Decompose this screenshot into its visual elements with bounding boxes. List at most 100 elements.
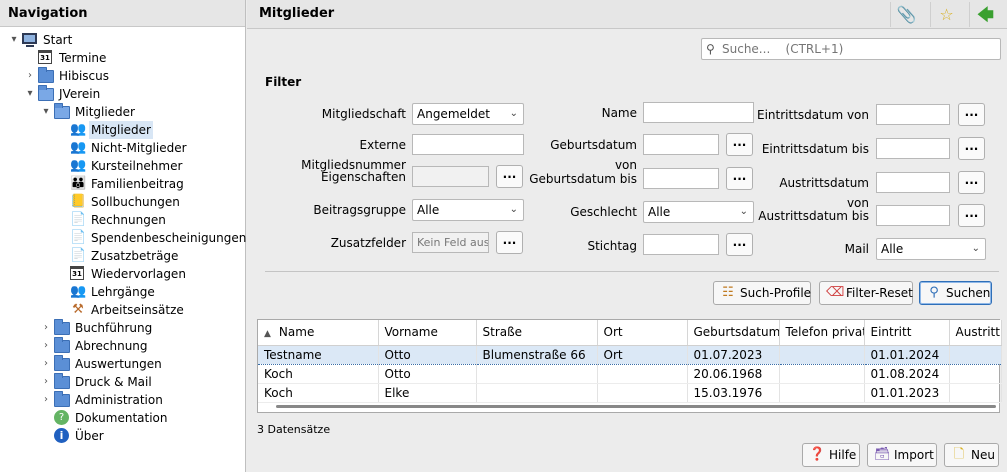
nav-item-label: Über <box>75 429 104 443</box>
table-cell <box>476 383 598 403</box>
geburtsdatum-bis-input[interactable] <box>643 168 719 189</box>
import-button[interactable]: 🗃 Import <box>867 443 937 467</box>
expand-arrow-icon[interactable]: ▾ <box>8 31 20 49</box>
nav-item-label: Zusatzbeträge <box>91 249 179 263</box>
eintrittsdatum-bis-input[interactable] <box>876 138 950 159</box>
nav-item[interactable]: ? Dokumentation <box>0 409 245 427</box>
collapse-arrow-icon[interactable]: › <box>40 319 52 337</box>
column-header-strasse[interactable]: Straße <box>476 320 598 346</box>
nav-item-label: Dokumentation <box>75 411 168 425</box>
members-table[interactable]: ▲ Name Vorname Straße Ort Geburtsdatum Te… <box>257 319 1002 413</box>
nav-item[interactable]: ▾ Mitglieder <box>0 103 245 121</box>
calendar-icon: 31 <box>70 266 86 282</box>
column-header-vorname[interactable]: Vorname <box>378 320 477 346</box>
column-header-name[interactable]: ▲ Name <box>258 320 379 346</box>
stichtag-picker-button[interactable]: ... <box>726 233 753 256</box>
members-icon: 👥 <box>70 140 87 155</box>
geburtsdatum-von-input[interactable] <box>643 134 719 155</box>
nav-item[interactable]: 👪 Familienbeitrag <box>0 175 245 193</box>
suchen-button[interactable]: ⚲ Suchen <box>919 281 992 305</box>
table-row[interactable]: Koch Otto 20.06.1968 01.08.2024 <box>258 364 1002 384</box>
name-input[interactable] <box>643 102 754 123</box>
back-arrow-icon[interactable]: 🡄 <box>969 2 1001 27</box>
nav-item[interactable]: 📄 Rechnungen <box>0 211 245 229</box>
members-table-grid: ▲ Name Vorname Straße Ort Geburtsdatum Te… <box>258 320 1002 403</box>
collapse-arrow-icon[interactable]: › <box>40 337 52 355</box>
mail-select[interactable]: Alle ⌄ <box>876 238 986 260</box>
table-cell <box>949 383 1002 403</box>
nav-item[interactable]: 👥 Kursteilnehmer <box>0 157 245 175</box>
eintrittsdatum-von-picker-button[interactable]: ... <box>958 103 985 126</box>
nav-item[interactable]: 📒 Sollbuchungen <box>0 193 245 211</box>
collapse-arrow-icon[interactable]: › <box>40 355 52 373</box>
nav-item[interactable]: 👥 Lehrgänge <box>0 283 245 301</box>
nav-item[interactable]: › Buchführung <box>0 319 245 337</box>
geburtsdatum-bis-picker-button[interactable]: ... <box>726 167 753 190</box>
nav-item[interactable]: ▾ JVerein <box>0 85 245 103</box>
eigenschaften-input <box>412 166 489 187</box>
eintrittsdatum-bis-picker-button[interactable]: ... <box>958 137 985 160</box>
column-header-geburtsdatum[interactable]: Geburtsdatum <box>687 320 780 346</box>
austrittsdatum-bis-picker-button[interactable]: ... <box>958 204 985 227</box>
expand-arrow-icon[interactable]: ▾ <box>24 85 36 103</box>
table-cell: Blumenstraße 66 <box>476 344 598 365</box>
zusatzfelder-picker-button[interactable]: ... <box>496 231 523 254</box>
horizontal-scrollbar[interactable] <box>276 405 996 408</box>
nav-item[interactable]: › Druck & Mail <box>0 373 245 391</box>
eigenschaften-picker-button[interactable]: ... <box>496 165 523 188</box>
nav-item[interactable]: 31 Wiedervorlagen <box>0 265 245 283</box>
stichtag-input[interactable] <box>643 234 719 255</box>
nav-item[interactable]: ▾ Start <box>0 31 245 49</box>
geschlecht-select[interactable]: Alle ⌄ <box>643 201 754 223</box>
collapse-arrow-icon[interactable]: › <box>24 67 36 85</box>
nav-item[interactable]: › Hibiscus <box>0 67 245 85</box>
eintrittsdatum-von-input[interactable] <box>876 104 950 125</box>
sort-ascending-icon: ▲ <box>264 329 271 340</box>
attachment-icon[interactable]: 📎 <box>890 2 922 27</box>
work-icon: ⚒ <box>72 302 84 317</box>
bookmark-star-icon[interactable]: ☆ <box>930 2 962 27</box>
nav-item[interactable]: › Abrechnung <box>0 337 245 355</box>
neu-button[interactable]: 🗋 Neu <box>944 443 999 467</box>
table-cell: Testname <box>258 344 379 365</box>
nav-item[interactable]: 👥 Mitglieder <box>0 121 245 139</box>
hilfe-button[interactable]: ❓ Hilfe <box>802 443 860 467</box>
search-input[interactable] <box>720 41 990 57</box>
geburtsdatum-von-picker-button[interactable]: ... <box>726 133 753 156</box>
nav-item[interactable]: 👥 Nicht-Mitglieder <box>0 139 245 157</box>
table-row[interactable]: Testname Otto Blumenstraße 66 Ort 01.07.… <box>258 344 1002 365</box>
nav-item[interactable]: › Administration <box>0 391 245 409</box>
nav-item[interactable]: 📄 Zusatzbeträge <box>0 247 245 265</box>
filter-reset-button[interactable]: ⌫ Filter-Reset <box>819 281 913 305</box>
mitgliedschaft-select[interactable]: Angemeldet ⌄ <box>412 103 524 125</box>
table-row[interactable]: Koch Elke 15.03.1976 01.01.2023 <box>258 383 1002 403</box>
beitragsgruppe-select[interactable]: Alle ⌄ <box>412 199 524 221</box>
austrittsdatum-bis-input[interactable] <box>876 205 950 226</box>
main-header: Mitglieder 📎 ☆ 🡄 <box>247 0 1007 29</box>
collapse-arrow-icon[interactable]: › <box>40 391 52 409</box>
column-header-eintritt[interactable]: Eintritt <box>864 320 950 346</box>
navigation-tree: ▾ Start 31 Termine › Hibiscus ▾ JVerein ▾ Mitglie… <box>0 27 246 445</box>
table-cell: 01.07.2023 <box>687 344 780 365</box>
table-cell <box>476 364 598 384</box>
column-header-telefon-privat[interactable]: Telefon privat <box>779 320 865 346</box>
column-header-austritt[interactable]: Austritt <box>949 320 1002 346</box>
collapse-arrow-icon[interactable]: › <box>40 373 52 391</box>
nav-item-label: Hibiscus <box>59 69 110 83</box>
table-cell <box>779 364 865 384</box>
such-profile-button[interactable]: ☷ Such-Profile <box>713 281 811 305</box>
nav-item[interactable]: ⚒ Arbeitseinsätze <box>0 301 245 319</box>
nav-item[interactable]: 📄 Spendenbescheinigungen <box>0 229 246 247</box>
course-icon: 👥 <box>70 284 87 299</box>
column-header-ort[interactable]: Ort <box>597 320 688 346</box>
austrittsdatum-von-picker-button[interactable]: ... <box>958 171 985 194</box>
ext-mitgliedsnummer-input[interactable] <box>412 134 524 155</box>
page-title: Mitglieder <box>259 6 335 21</box>
austrittsdatum-von-input[interactable] <box>876 172 950 193</box>
search-field[interactable]: ⚲ <box>701 38 1001 60</box>
nav-item[interactable]: › Auswertungen <box>0 355 245 373</box>
expand-arrow-icon[interactable]: ▾ <box>40 103 52 121</box>
folder-icon <box>54 337 70 354</box>
nav-item[interactable]: i Über <box>0 427 245 445</box>
nav-item[interactable]: 31 Termine <box>0 49 245 67</box>
